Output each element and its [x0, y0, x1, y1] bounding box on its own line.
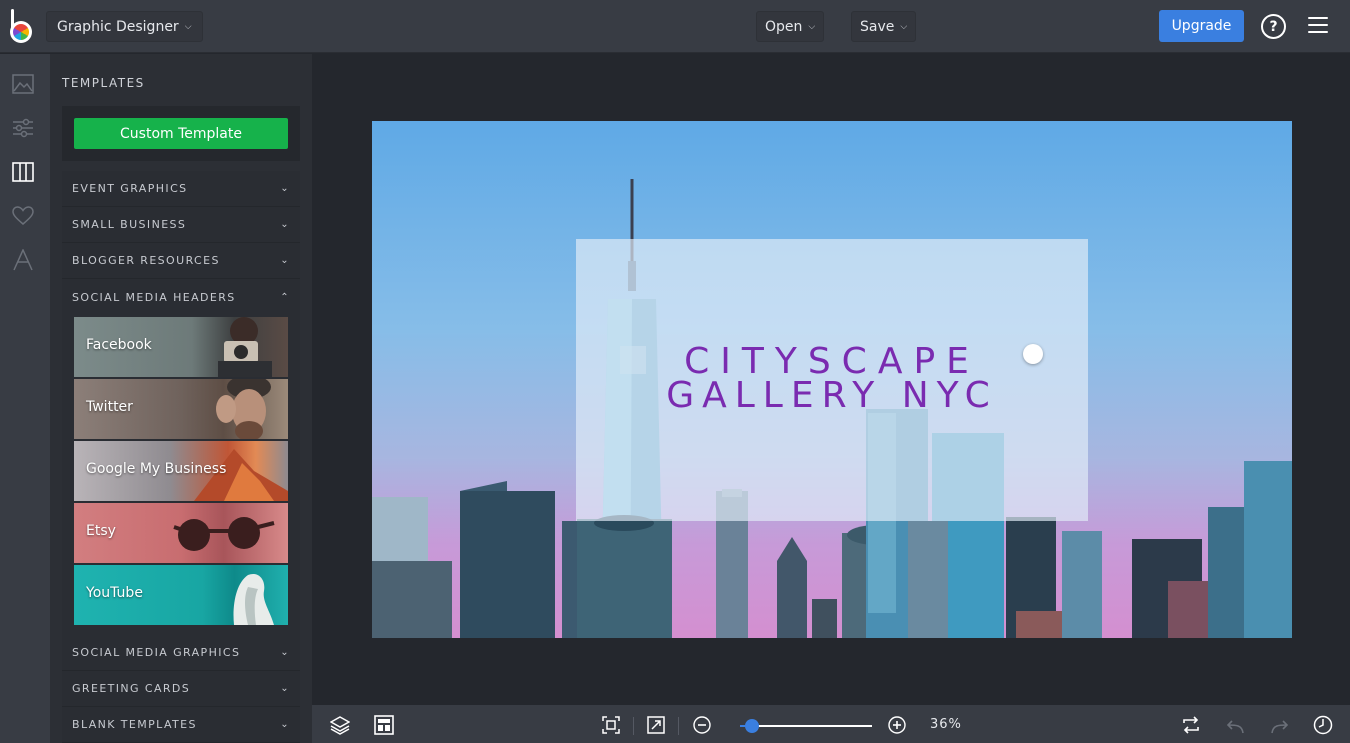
bottom-toolbar: 36% — [312, 705, 1350, 743]
thumb-label: Twitter — [86, 399, 133, 415]
template-thumb-google-my-business[interactable]: Google My Business — [74, 441, 288, 501]
custom-template-box: Custom Template — [62, 106, 300, 161]
templates-panel: TEMPLATES Custom Template EVENT GRAPHICS… — [50, 54, 312, 743]
help-icon[interactable]: ? — [1261, 14, 1286, 39]
text-icon[interactable] — [11, 248, 35, 272]
layout-icon[interactable] — [374, 715, 394, 735]
expand-icon[interactable] — [646, 715, 666, 735]
category-event-graphics[interactable]: EVENT GRAPHICS ⌄ — [62, 171, 300, 207]
category-blank-templates[interactable]: BLANK TEMPLATES ⌄ — [62, 707, 300, 743]
heart-icon[interactable] — [11, 204, 35, 228]
app-logo-icon[interactable] — [9, 9, 37, 43]
social-headers-thumbnails: Facebook Twitter Google My Business Etsy… — [62, 315, 300, 635]
app-switcher-label: Graphic Designer — [57, 18, 179, 35]
chevron-down-icon: ⌄ — [280, 647, 290, 658]
category-label: BLOGGER RESOURCES — [72, 254, 220, 267]
category-label: BLANK TEMPLATES — [72, 718, 197, 731]
swap-icon[interactable] — [1181, 715, 1201, 735]
template-thumb-youtube[interactable]: YouTube — [74, 565, 288, 625]
upgrade-button[interactable]: Upgrade — [1159, 10, 1244, 42]
chevron-down-icon: ⌄ — [280, 683, 290, 694]
category-label: SMALL BUSINESS — [72, 218, 187, 231]
chevron-down-icon: ⌄ — [280, 255, 290, 266]
fit-to-screen-icon[interactable] — [601, 715, 621, 735]
open-menu-button[interactable]: Open ⌵ — [756, 11, 825, 42]
chevron-down-icon: ⌄ — [280, 183, 290, 194]
category-social-media-graphics[interactable]: SOCIAL MEDIA GRAPHICS ⌄ — [62, 635, 300, 671]
image-icon[interactable] — [11, 72, 35, 96]
category-blogger-resources[interactable]: BLOGGER RESOURCES ⌄ — [62, 243, 300, 279]
app-switcher-dropdown[interactable]: Graphic Designer ⌵ — [46, 11, 203, 42]
top-bar: Graphic Designer ⌵ Open ⌵ Save ⌵ Upgrade… — [0, 0, 1350, 53]
category-small-business[interactable]: SMALL BUSINESS ⌄ — [62, 207, 300, 243]
category-greeting-cards[interactable]: GREETING CARDS ⌄ — [62, 671, 300, 707]
template-category-list: EVENT GRAPHICS ⌄ SMALL BUSINESS ⌄ BLOGGE… — [62, 171, 300, 743]
tool-rail — [0, 54, 50, 743]
headline-line-2[interactable]: GALLERY NYC — [576, 377, 1088, 415]
thumb-label: Etsy — [86, 523, 116, 539]
chevron-down-icon: ⌄ — [280, 219, 290, 230]
canvas-stage: CITYSCAPE GALLERY NYC — [312, 54, 1350, 705]
adjustments-icon[interactable] — [11, 116, 35, 140]
template-thumb-twitter[interactable]: Twitter — [74, 379, 288, 439]
zoom-out-icon[interactable] — [692, 715, 712, 735]
thumb-label: Google My Business — [86, 461, 227, 477]
chevron-up-icon: ⌃ — [280, 291, 290, 303]
hamburger-menu-icon[interactable] — [1308, 17, 1328, 33]
custom-template-button[interactable]: Custom Template — [74, 118, 288, 149]
category-label: SOCIAL MEDIA HEADERS — [72, 290, 236, 304]
category-label: EVENT GRAPHICS — [72, 182, 188, 195]
template-thumb-facebook[interactable]: Facebook — [74, 317, 288, 377]
design-artboard[interactable]: CITYSCAPE GALLERY NYC — [372, 121, 1292, 638]
layers-icon[interactable] — [330, 715, 350, 735]
redo-icon[interactable] — [1269, 715, 1289, 735]
open-menu-label: Open — [765, 18, 803, 35]
undo-icon[interactable] — [1226, 715, 1246, 735]
category-social-media-headers[interactable]: SOCIAL MEDIA HEADERS ⌃ — [62, 279, 300, 315]
chevron-down-icon: ⌵ — [900, 21, 908, 32]
zoom-slider-handle[interactable] — [745, 719, 759, 733]
save-menu-label: Save — [860, 18, 895, 35]
selection-handle[interactable] — [1023, 344, 1043, 364]
zoom-slider-track[interactable] — [740, 725, 872, 727]
template-thumb-etsy[interactable]: Etsy — [74, 503, 288, 563]
panel-title: TEMPLATES — [62, 76, 145, 90]
chevron-down-icon: ⌵ — [808, 21, 816, 32]
toolbar-divider — [678, 717, 679, 735]
toolbar-divider — [633, 717, 634, 735]
thumb-label: YouTube — [86, 585, 143, 601]
history-clock-icon[interactable] — [1313, 715, 1333, 735]
zoom-in-icon[interactable] — [887, 715, 907, 735]
thumb-label: Facebook — [86, 337, 152, 353]
save-menu-button[interactable]: Save ⌵ — [851, 11, 917, 42]
category-label: GREETING CARDS — [72, 682, 191, 695]
chevron-down-icon: ⌄ — [280, 719, 290, 730]
zoom-level-readout: 36% — [930, 717, 962, 732]
chevron-down-icon: ⌵ — [184, 21, 192, 32]
category-label: SOCIAL MEDIA GRAPHICS — [72, 646, 241, 659]
templates-icon[interactable] — [11, 160, 35, 184]
